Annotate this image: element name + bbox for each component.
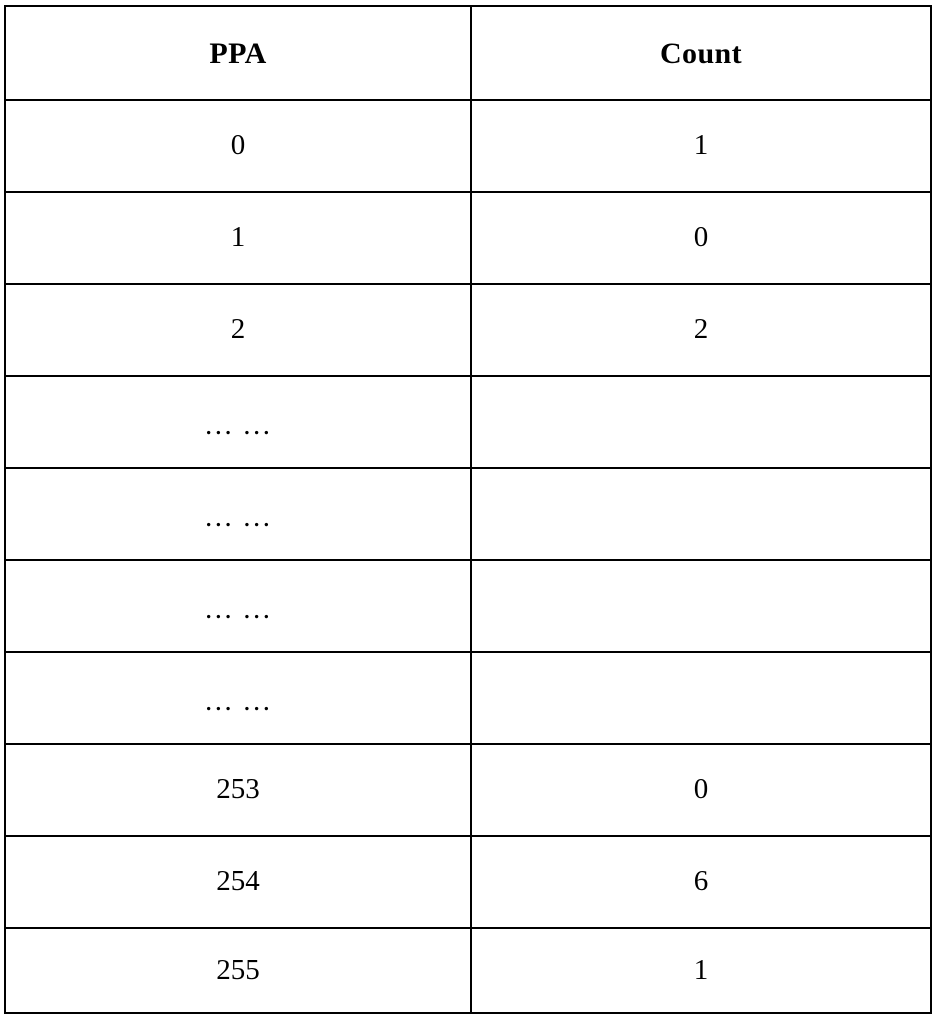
table-header: PPA Count bbox=[4, 5, 932, 101]
cell-ppa: 255 bbox=[4, 927, 472, 1014]
table-header-row: PPA Count bbox=[4, 5, 932, 101]
table-row: 2 2 bbox=[4, 283, 932, 377]
cell-ppa: 253 bbox=[4, 743, 472, 837]
ellipsis-text: … … bbox=[203, 501, 273, 534]
cell-ppa: 0 bbox=[4, 99, 472, 193]
ellipsis-text: … … bbox=[203, 593, 273, 626]
table-row: … … bbox=[4, 375, 932, 469]
column-header-count: Count bbox=[470, 5, 932, 101]
table-body: 0 1 1 0 2 2 … … … … … … … … 253 0 254 6 … bbox=[4, 99, 932, 1014]
cell-ppa: … … bbox=[4, 559, 472, 653]
page-canvas: PPA Count 0 1 1 0 2 2 … … … … … … … … 25… bbox=[0, 0, 936, 1014]
cell-count: 0 bbox=[470, 191, 932, 285]
table-row: 0 1 bbox=[4, 99, 932, 193]
cell-count bbox=[470, 559, 932, 653]
table-row: 254 6 bbox=[4, 835, 932, 929]
cell-count bbox=[470, 375, 932, 469]
cell-count: 6 bbox=[470, 835, 932, 929]
table-row: 1 0 bbox=[4, 191, 932, 285]
cell-ppa: … … bbox=[4, 467, 472, 561]
cell-count: 1 bbox=[470, 99, 932, 193]
table-row: … … bbox=[4, 651, 932, 745]
cell-count: 0 bbox=[470, 743, 932, 837]
column-header-ppa: PPA bbox=[4, 5, 472, 101]
cell-count: 2 bbox=[470, 283, 932, 377]
cell-count bbox=[470, 467, 932, 561]
cell-ppa: 2 bbox=[4, 283, 472, 377]
table-row: 253 0 bbox=[4, 743, 932, 837]
cell-ppa: … … bbox=[4, 651, 472, 745]
cell-count bbox=[470, 651, 932, 745]
cell-ppa: 254 bbox=[4, 835, 472, 929]
cell-count: 1 bbox=[470, 927, 932, 1014]
table-row: … … bbox=[4, 559, 932, 653]
cell-ppa: 1 bbox=[4, 191, 472, 285]
cell-ppa: … … bbox=[4, 375, 472, 469]
table-row: 255 1 bbox=[4, 927, 932, 1014]
table-row: … … bbox=[4, 467, 932, 561]
ppa-count-table: PPA Count 0 1 1 0 2 2 … … … … … … … … 25… bbox=[4, 5, 932, 1014]
ellipsis-text: … … bbox=[203, 685, 273, 718]
ellipsis-text: … … bbox=[203, 409, 273, 442]
